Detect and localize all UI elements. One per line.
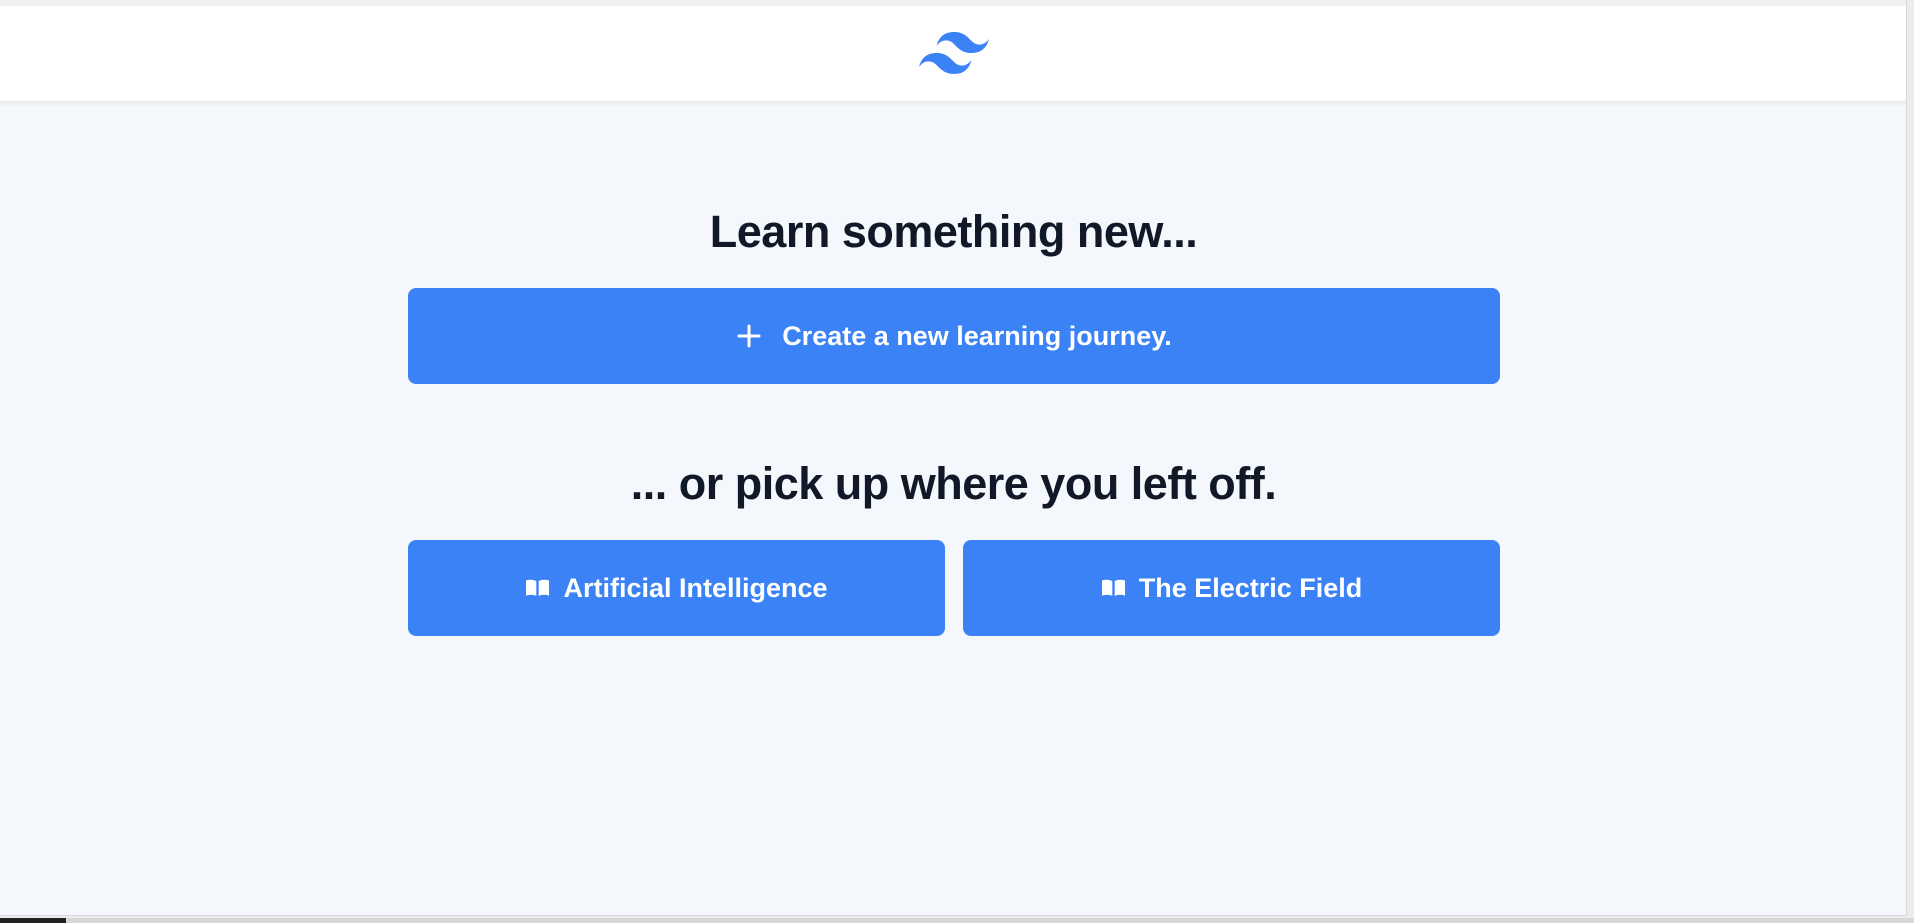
app-window: Learn something new... Create a new lear… xyxy=(0,0,1907,916)
resume-heading: ... or pick up where you left off. xyxy=(630,458,1277,509)
top-header xyxy=(0,0,1906,102)
create-journey-label: Create a new learning journey. xyxy=(782,320,1172,351)
journey-electric-field-button[interactable]: The Electric Field xyxy=(963,540,1500,636)
journey-artificial-intelligence-button[interactable]: Artificial Intelligence xyxy=(408,540,945,636)
journey-label: The Electric Field xyxy=(1138,572,1363,603)
wave-logo-icon[interactable] xyxy=(918,31,989,76)
taskbar-fragment xyxy=(0,918,66,923)
create-journey-button[interactable]: Create a new learning journey. xyxy=(408,288,1500,384)
book-icon xyxy=(526,579,550,596)
plus-icon xyxy=(737,324,761,348)
window-bottom-edge xyxy=(0,918,1914,923)
learn-something-new-heading: Learn something new... xyxy=(709,206,1198,257)
book-icon xyxy=(1101,579,1125,596)
journey-label: Artificial Intelligence xyxy=(563,572,828,603)
